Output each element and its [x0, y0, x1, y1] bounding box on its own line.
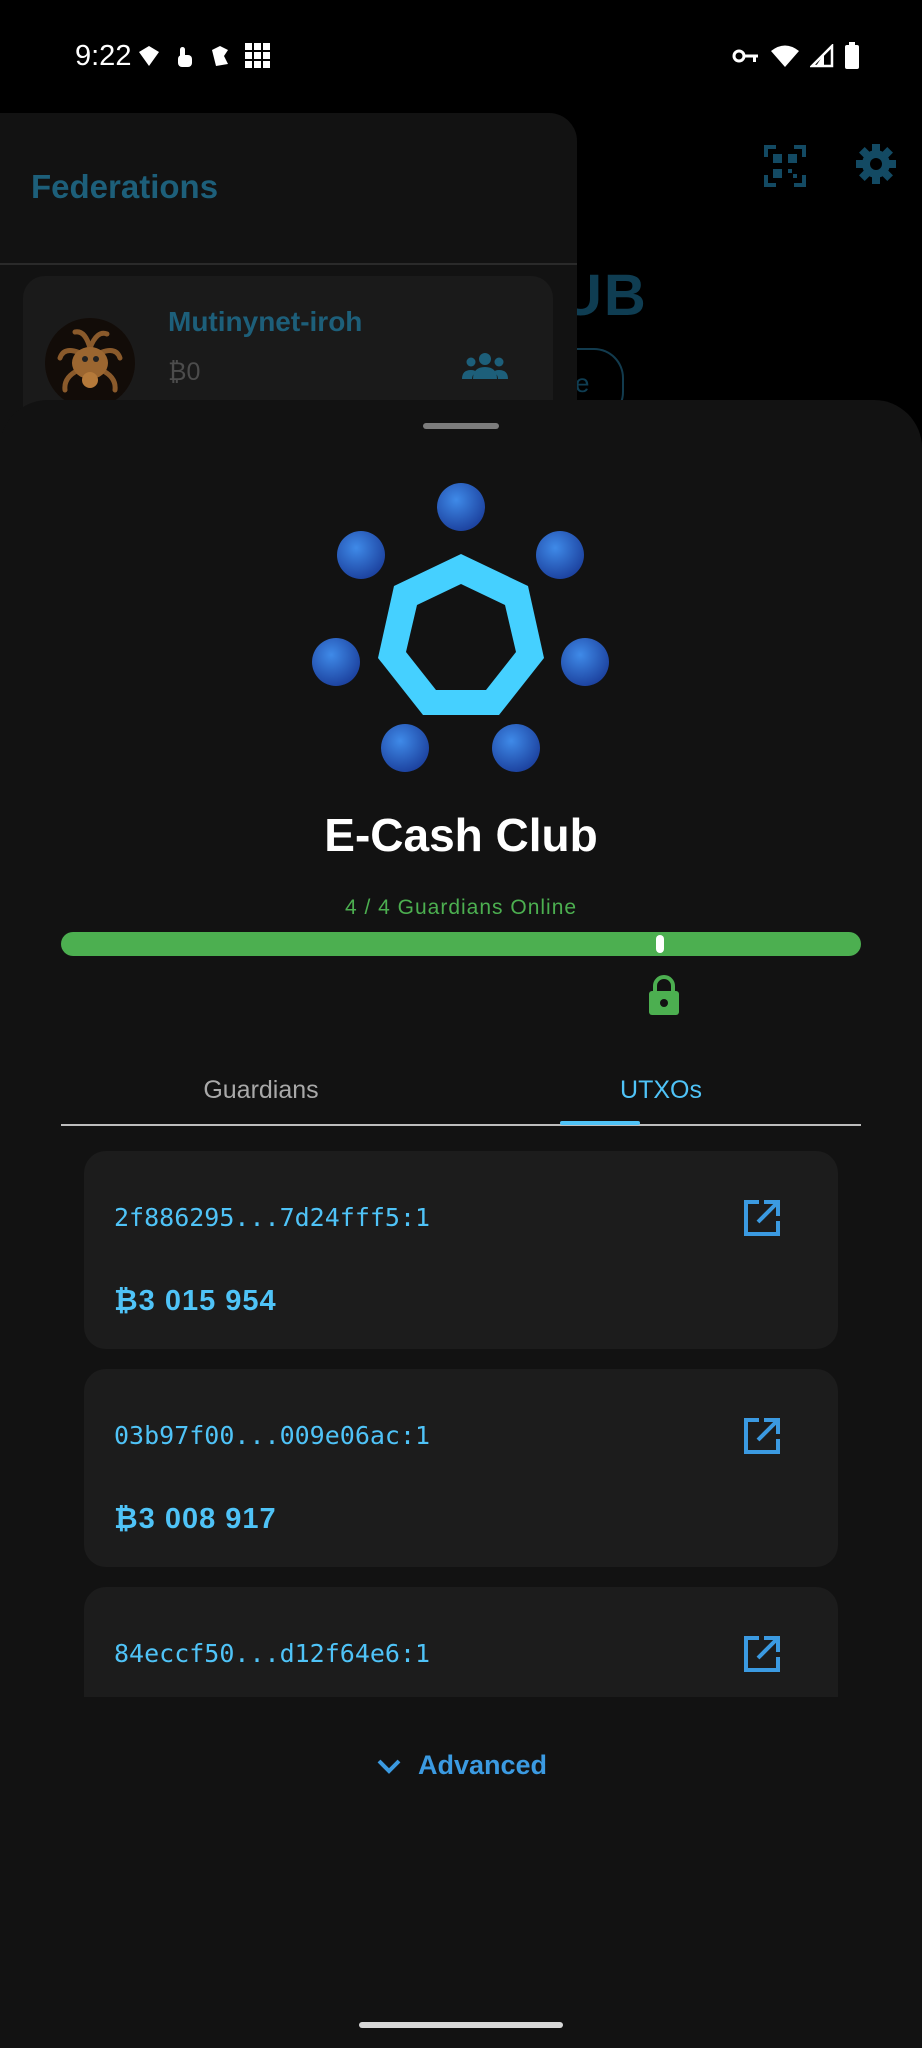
home-indicator[interactable]	[359, 2022, 563, 2028]
utxo-card: 2f886295...7d24fff5:1 ₿3 015 954	[84, 1151, 838, 1349]
qr-scan-icon[interactable]	[764, 145, 806, 187]
utxo-outpoint: 2f886295...7d24fff5:1	[114, 1203, 431, 1232]
advanced-toggle-button[interactable]: Advanced	[376, 1750, 547, 1781]
drawer-divider	[0, 263, 577, 265]
vpn-key-icon	[732, 49, 758, 63]
notification-diamond-icon	[139, 46, 159, 66]
open-external-icon[interactable]	[742, 1634, 782, 1674]
utxo-amount: ₿3 015 954	[114, 1285, 277, 1317]
status-time: 9:22	[75, 40, 132, 72]
utxo-outpoint: 03b97f00...009e06ac:1	[114, 1421, 431, 1450]
utxo-list[interactable]: 2f886295...7d24fff5:1 ₿3 015 954 03b97f0…	[84, 1151, 838, 1697]
tab-bar: Guardians UTXOs	[61, 1060, 861, 1126]
touch-icon	[178, 47, 192, 67]
guardians-group-icon	[462, 353, 508, 379]
federation-details-sheet: E-Cash Club 4 / 4 Guardians Online Guard…	[0, 400, 922, 2048]
threshold-marker	[656, 935, 664, 953]
tab-divider	[61, 1124, 861, 1126]
utxo-outpoint: 84eccf50...d12f64e6:1	[114, 1639, 431, 1668]
open-external-icon[interactable]	[742, 1198, 782, 1238]
guardians-online-status: 4 / 4 Guardians Online	[344, 896, 578, 919]
gesture-icon	[212, 46, 228, 66]
tab-guardians[interactable]: Guardians	[61, 1060, 461, 1124]
wifi-icon	[771, 45, 799, 67]
federation-title: E-Cash Club	[324, 809, 598, 861]
battery-icon	[845, 42, 859, 69]
open-external-icon[interactable]	[742, 1416, 782, 1456]
notification-icons	[136, 42, 272, 70]
federation-name: Mutinynet-iroh	[168, 306, 363, 337]
chevron-down-icon	[377, 1759, 401, 1774]
utxo-card: 84eccf50...d12f64e6:1	[84, 1587, 838, 1697]
cell-signal-icon	[810, 44, 834, 68]
status-bar: 9:22	[0, 0, 922, 114]
tab-selected-indicator	[560, 1121, 640, 1125]
sheet-drag-handle[interactable]	[423, 423, 499, 429]
system-icons	[732, 42, 860, 70]
drawer-title: Federations	[31, 168, 219, 205]
lock-icon	[649, 975, 679, 1015]
federation-balance: ₿0	[168, 358, 201, 386]
utxo-card: 03b97f00...009e06ac:1 ₿3 008 917	[84, 1369, 838, 1567]
federation-logo	[312, 483, 609, 772]
utxo-amount: ₿3 008 917	[114, 1503, 277, 1535]
apps-grid-icon	[245, 43, 270, 68]
tab-utxos[interactable]: UTXOs	[461, 1060, 861, 1124]
advanced-label: Advanced	[418, 1750, 548, 1780]
federation-avatar	[45, 318, 135, 408]
gear-icon[interactable]	[855, 143, 897, 185]
guardians-progress-bar	[61, 932, 861, 956]
